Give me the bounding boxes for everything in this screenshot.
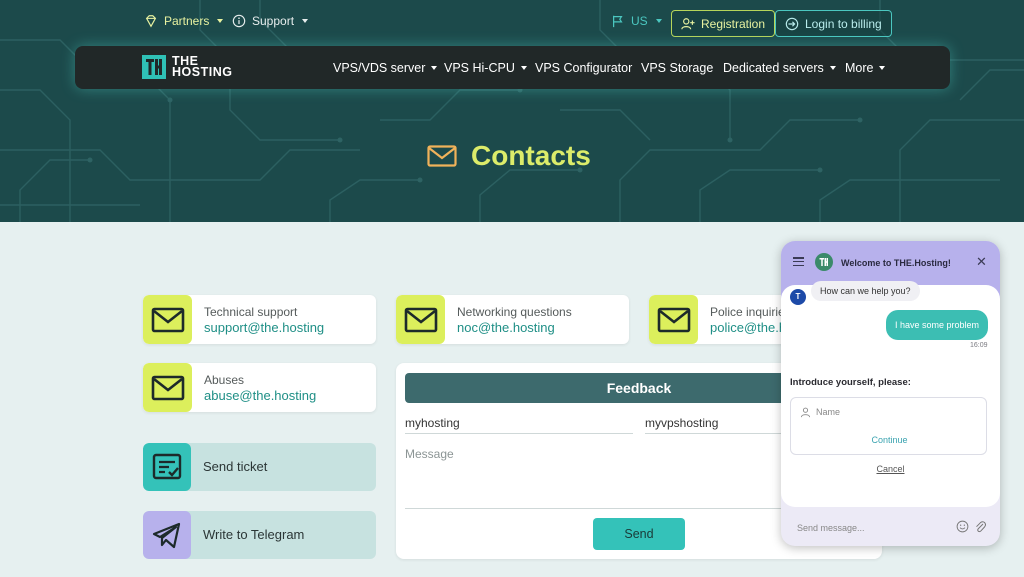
page-title: Contacts xyxy=(427,140,591,172)
chevron-down-icon xyxy=(879,66,886,70)
logo-mark-icon xyxy=(142,55,166,79)
user-message: I have some problem xyxy=(886,310,989,340)
close-icon[interactable]: ✕ xyxy=(976,254,987,270)
nav-dedicated-servers[interactable]: Dedicated servers xyxy=(723,61,836,75)
top-bar: Partners Support US Registration Login t… xyxy=(0,10,1024,38)
envelope-icon xyxy=(657,307,690,332)
logo-line-2: HOSTING xyxy=(172,65,233,79)
emoji-icon[interactable] xyxy=(956,520,969,533)
name-form: Continue xyxy=(790,397,987,455)
nav-vps-storage[interactable]: VPS Storage xyxy=(641,61,713,75)
ticket-icon xyxy=(152,453,182,480)
nav-label: VPS Hi-CPU xyxy=(444,61,515,75)
nav-vps-hi-cpu[interactable]: VPS Hi-CPU xyxy=(444,61,527,75)
chevron-down-icon xyxy=(655,19,662,23)
chevron-down-icon xyxy=(829,66,836,70)
language-selector[interactable]: US xyxy=(611,14,662,28)
envelope-icon-box xyxy=(143,363,192,412)
bot-avatar: T xyxy=(790,289,806,305)
chevron-down-icon xyxy=(520,66,527,70)
hamburger-menu-icon[interactable] xyxy=(793,257,804,267)
person-icon xyxy=(800,407,811,418)
contact-card-abuses[interactable]: Abuses abuse@the.hosting xyxy=(143,363,376,412)
envelope-icon-box xyxy=(396,295,445,344)
nav-vps-vds[interactable]: VPS/VDS server xyxy=(333,61,438,75)
feedback-name-input[interactable] xyxy=(405,412,633,434)
send-ticket-label: Send ticket xyxy=(203,459,268,474)
contact-label: Abuses xyxy=(204,373,245,387)
page-title-text: Contacts xyxy=(471,140,591,171)
hero-banner: Partners Support US Registration Login t… xyxy=(0,0,1024,222)
chat-avatar xyxy=(815,253,833,271)
contact-card-technical-support[interactable]: Technical support support@the.hosting xyxy=(143,295,376,344)
diamond-icon xyxy=(145,15,157,28)
chat-title: Welcome to THE.Hosting! xyxy=(841,258,951,268)
contact-card-networking[interactable]: Networking questions noc@the.hosting xyxy=(396,295,629,344)
chat-message-input[interactable] xyxy=(797,521,937,535)
nav-more[interactable]: More xyxy=(845,61,886,75)
envelope-icon xyxy=(151,307,184,332)
info-icon xyxy=(232,14,246,28)
bot-message: How can we help you? xyxy=(811,281,920,301)
login-icon xyxy=(785,17,799,30)
registration-button[interactable]: Registration xyxy=(671,10,776,37)
nav-label: VPS/VDS server xyxy=(333,61,426,75)
telegram-icon-box xyxy=(143,511,191,559)
contact-label: Networking questions xyxy=(457,305,572,319)
telegram-label: Write to Telegram xyxy=(203,527,305,542)
ticket-icon-box xyxy=(143,443,191,491)
registration-label: Registration xyxy=(701,16,766,31)
telegram-icon xyxy=(152,522,181,549)
main-navbar: THE HOSTING VPS/VDS server VPS Hi-CPU VP… xyxy=(75,46,950,89)
envelope-icon xyxy=(404,307,437,332)
send-ticket-button[interactable]: Send ticket xyxy=(143,443,376,491)
contact-email-link[interactable]: abuse@the.hosting xyxy=(204,388,316,403)
chevron-down-icon xyxy=(431,66,438,70)
envelope-icon xyxy=(151,375,184,400)
nav-label: More xyxy=(845,61,874,75)
envelope-icon-box xyxy=(649,295,698,344)
nav-vps-configurator[interactable]: VPS Configurator xyxy=(535,61,632,75)
flag-icon xyxy=(613,15,623,28)
envelope-icon xyxy=(427,145,457,167)
nav-label: VPS Configurator xyxy=(535,61,633,75)
contact-label: Technical support xyxy=(204,305,298,319)
logo-mark-icon xyxy=(819,258,828,266)
envelope-icon-box xyxy=(143,295,192,344)
contact-email-link[interactable]: support@the.hosting xyxy=(204,320,324,335)
nav-label: VPS Storage xyxy=(641,61,714,75)
partners-menu[interactable]: Partners xyxy=(144,14,224,28)
cancel-link[interactable]: Cancel xyxy=(781,464,1000,474)
contact-label: Police inquiries xyxy=(710,305,791,319)
support-label: Support xyxy=(252,14,295,28)
feedback-send-button[interactable]: Send xyxy=(593,518,685,550)
chat-messages: T How can we help you? I have some probl… xyxy=(781,281,1000,507)
logo-text: THE HOSTING xyxy=(172,55,233,79)
chevron-down-icon xyxy=(217,19,224,23)
nav-label: Dedicated servers xyxy=(723,61,824,75)
continue-button[interactable]: Continue xyxy=(791,435,988,445)
chat-name-input[interactable] xyxy=(816,405,976,419)
support-menu[interactable]: Support xyxy=(232,14,309,28)
language-label: US xyxy=(631,14,648,28)
telegram-button[interactable]: Write to Telegram xyxy=(143,511,376,559)
partners-label: Partners xyxy=(164,14,210,28)
message-timestamp: 16:09 xyxy=(970,342,988,349)
paperclip-icon[interactable] xyxy=(974,519,986,533)
chat-widget: Welcome to THE.Hosting! ✕ T How can we h… xyxy=(781,241,1000,546)
site-logo[interactable]: THE HOSTING xyxy=(142,55,232,79)
contact-email-link[interactable]: noc@the.hosting xyxy=(457,320,555,335)
login-label: Login to billing xyxy=(805,16,882,31)
chevron-down-icon xyxy=(302,19,309,23)
add-user-icon xyxy=(681,17,695,29)
intro-prompt: Introduce yourself, please: xyxy=(790,377,911,388)
login-billing-button[interactable]: Login to billing xyxy=(775,10,892,37)
